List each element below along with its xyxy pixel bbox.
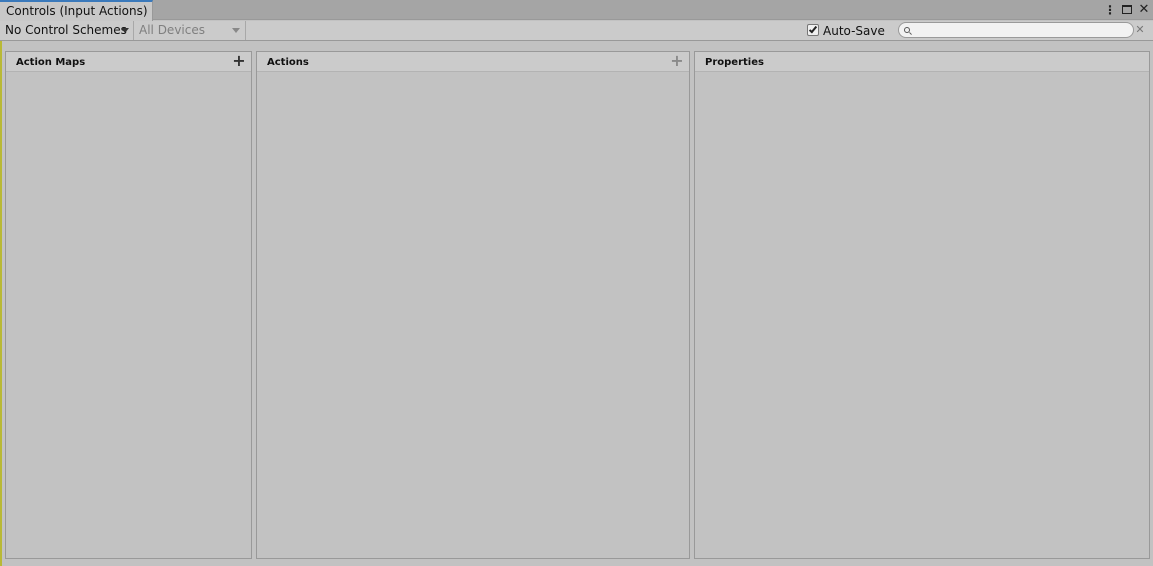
close-icon[interactable]: ✕: [1137, 2, 1151, 18]
window-tab-title: Controls (Input Actions): [6, 4, 148, 18]
kebab-menu-icon[interactable]: ⋮: [1103, 2, 1117, 18]
window-tab[interactable]: Controls (Input Actions): [0, 0, 153, 21]
search-input[interactable]: [898, 22, 1134, 38]
actions-panel[interactable]: Actions +: [256, 51, 690, 559]
autosave-label: Auto-Save: [823, 24, 885, 38]
autosave-checkbox[interactable]: [807, 24, 819, 36]
actions-header: Actions +: [257, 52, 689, 72]
action-maps-panel[interactable]: Action Maps +: [5, 51, 252, 559]
clear-search-icon[interactable]: ✕: [1135, 23, 1145, 37]
properties-title: Properties: [705, 57, 764, 68]
properties-header: Properties: [695, 52, 1149, 72]
devices-label: All Devices: [139, 23, 205, 37]
action-maps-header: Action Maps +: [6, 52, 251, 72]
control-scheme-dropdown[interactable]: No Control Schemes: [0, 21, 134, 40]
chevron-down-icon: [232, 28, 240, 33]
left-accent-bar: [0, 41, 2, 566]
toolbar: No Control Schemes All Devices Auto-Save…: [0, 21, 1153, 41]
control-scheme-label: No Control Schemes: [5, 23, 127, 37]
add-action-map-button[interactable]: +: [231, 52, 247, 70]
action-maps-title: Action Maps: [16, 57, 86, 68]
window-tab-bar: Controls (Input Actions) ⋮ ✕: [0, 0, 1153, 21]
search-icon: [904, 27, 910, 33]
autosave-toggle[interactable]: Auto-Save: [807, 22, 885, 40]
actions-title: Actions: [267, 57, 309, 68]
checkmark-icon: [808, 24, 818, 34]
chevron-down-icon: [121, 28, 129, 33]
add-action-button[interactable]: +: [669, 52, 685, 70]
devices-dropdown[interactable]: All Devices: [135, 21, 246, 40]
maximize-icon[interactable]: [1120, 2, 1134, 18]
properties-panel: Properties: [694, 51, 1150, 559]
